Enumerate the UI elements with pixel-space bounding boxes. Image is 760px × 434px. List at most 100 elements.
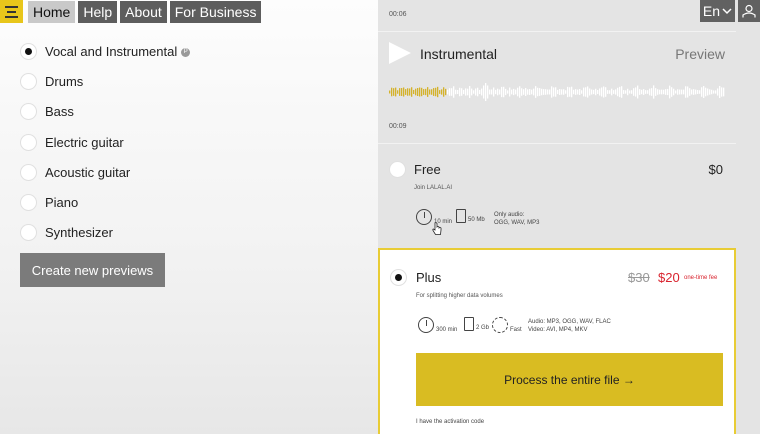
plus-formats: Audio: MP3, OGG, WAV, FLAC Video: AVI, M… <box>528 318 611 334</box>
waveform-bar <box>637 85 639 99</box>
waveform-bar <box>669 85 671 99</box>
nav-about[interactable]: About <box>120 0 167 23</box>
plus-plan-radio[interactable] <box>390 269 407 286</box>
waveform-bar <box>485 83 487 101</box>
waveform-bar <box>613 90 615 94</box>
waveform-bar <box>681 89 683 95</box>
free-formats-line2: OGG, WAV, MP3 <box>494 220 540 226</box>
waveform-bar <box>515 89 517 95</box>
logo-icon[interactable] <box>0 0 23 23</box>
waveform-bar <box>507 90 509 94</box>
free-plan-radio[interactable] <box>389 161 406 178</box>
waveform-bar <box>581 90 583 94</box>
waveform[interactable] <box>389 72 725 112</box>
radio[interactable] <box>20 224 37 242</box>
waveform-bar <box>505 88 507 96</box>
radio[interactable] <box>20 163 37 181</box>
waveform-bar <box>569 87 571 97</box>
create-new-previews-button[interactable]: Create new previews <box>20 253 165 287</box>
waveform-bar <box>695 89 697 95</box>
waveform-bar <box>639 89 641 95</box>
waveform-bar <box>627 88 629 96</box>
plus-speed-feature: Fast <box>492 317 522 333</box>
preview-link[interactable]: Preview <box>675 46 725 62</box>
waveform-bar <box>597 90 599 94</box>
waveform-bar <box>407 88 409 96</box>
instrument-list: Vocal and Instrumental P Drums Bass Elect… <box>20 36 191 248</box>
waveform-bar <box>591 89 593 95</box>
nav-home[interactable]: Home <box>28 0 76 23</box>
waveform-bar <box>509 87 511 97</box>
waveform-bar <box>563 89 565 95</box>
instrument-option-synthesizer[interactable]: Synthesizer <box>20 218 190 248</box>
instrument-label: Electric guitar <box>45 134 124 150</box>
radio[interactable] <box>20 103 37 121</box>
radio[interactable] <box>20 133 37 151</box>
instrument-option-acoustic-guitar[interactable]: Acoustic guitar <box>20 157 190 187</box>
chevron-down-icon <box>722 8 732 15</box>
waveform-bar <box>433 88 435 96</box>
waveform-bar <box>539 88 541 96</box>
preview-time-top: 00:06 <box>389 11 407 18</box>
clock-icon <box>418 317 434 333</box>
plus-formats-line1: Audio: MP3, OGG, WAV, FLAC <box>528 319 611 325</box>
waveform-bar <box>633 88 635 96</box>
waveform-bar <box>679 89 681 95</box>
instrument-option-vocal-instrumental[interactable]: Vocal and Instrumental P <box>20 36 191 66</box>
user-icon <box>742 4 756 18</box>
waveform-bar <box>415 88 417 96</box>
waveform-bar <box>705 87 707 97</box>
top-nav: Home Help About For Business <box>0 0 262 23</box>
waveform-bar <box>683 89 685 95</box>
instrument-option-electric-guitar[interactable]: Electric guitar <box>20 127 190 157</box>
instrument-option-bass[interactable]: Bass <box>20 97 190 127</box>
waveform-bar <box>635 87 637 97</box>
waveform-bar <box>611 88 613 96</box>
plus-new-price: $20 <box>658 270 680 285</box>
preview-time-bottom: 00:09 <box>389 123 407 130</box>
waveform-bar <box>399 88 401 96</box>
waveform-bar <box>671 87 673 97</box>
waveform-bar <box>721 87 723 97</box>
waveform-bar <box>553 87 555 97</box>
waveform-bar <box>551 86 553 98</box>
waveform-bar <box>463 89 465 95</box>
waveform-bar <box>575 89 577 95</box>
activation-code-link[interactable]: I have the activation code <box>416 419 484 425</box>
radio-selected[interactable] <box>20 42 37 60</box>
waveform-bar <box>649 88 651 96</box>
user-button[interactable] <box>738 0 760 22</box>
play-icon[interactable] <box>389 42 411 64</box>
waveform-bar <box>455 89 457 95</box>
waveform-bar <box>503 86 505 98</box>
waveform-bar <box>439 90 441 94</box>
free-plan-subtitle: Join LALAL.AI <box>414 185 453 191</box>
waveform-bar <box>589 88 591 96</box>
clock-icon <box>416 209 432 225</box>
waveform-bar <box>595 88 597 96</box>
plus-formats-line2: Video: AVI, MP4, MKV <box>528 327 588 333</box>
waveform-bar <box>699 90 701 94</box>
process-entire-file-button[interactable]: Process the entire file → <box>416 353 723 406</box>
language-select[interactable]: En <box>699 0 735 22</box>
waveform-bar <box>425 88 427 96</box>
instrument-option-drums[interactable]: Drums <box>20 66 190 96</box>
premium-badge-icon: P <box>181 47 191 57</box>
waveform-bar <box>657 89 659 95</box>
nav-for-business[interactable]: For Business <box>169 0 262 23</box>
instrument-label: Vocal and Instrumental <box>45 43 178 59</box>
waveform-bar <box>565 90 567 94</box>
instrument-option-piano[interactable]: Piano <box>20 187 190 217</box>
radio[interactable] <box>20 194 37 212</box>
waveform-bar <box>665 89 667 95</box>
waveform-bar <box>723 87 725 97</box>
waveform-bar <box>495 89 497 95</box>
instrument-label: Acoustic guitar <box>45 164 131 180</box>
free-formats-line1: Only audio: <box>494 212 525 218</box>
nav-help[interactable]: Help <box>78 0 118 23</box>
waveform-bar <box>467 88 469 96</box>
radio[interactable] <box>20 72 37 90</box>
waveform-bar <box>409 88 411 96</box>
waveform-bar <box>537 87 539 97</box>
waveform-bar <box>583 87 585 97</box>
